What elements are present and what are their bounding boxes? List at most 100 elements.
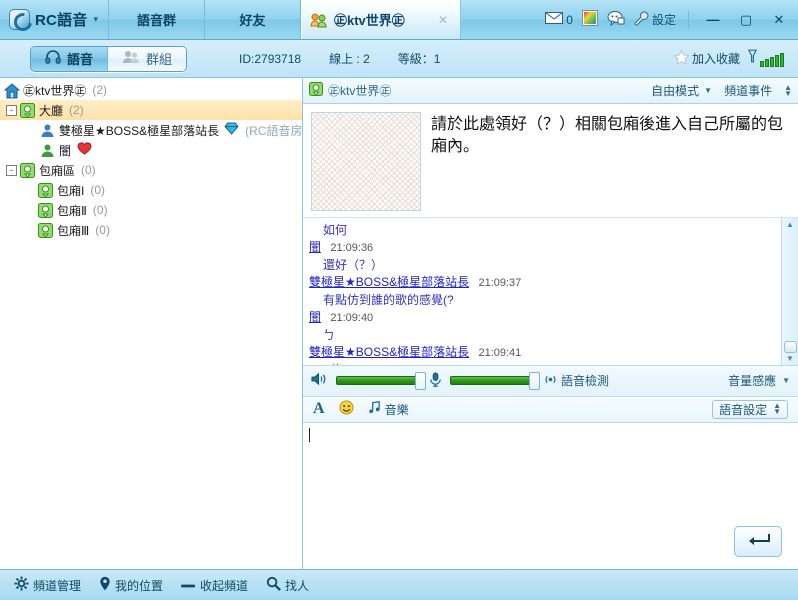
voice-settings-label: 語音設定 — [719, 401, 767, 418]
my-location-button[interactable]: 我的位置 — [99, 576, 163, 594]
scroll-up-icon[interactable]: ▲ — [786, 220, 794, 229]
chevron-down-icon: ▼ — [782, 376, 790, 385]
signal-antenna — [748, 49, 757, 67]
chevron-down-icon: ▼ — [704, 86, 712, 95]
signal-bars-icon — [748, 51, 784, 67]
chat-log[interactable]: 如何 闇 21:09:36 還好（？） 雙極星★BOSS&極星部落站長 21:0… — [303, 218, 781, 365]
titlebar-spacer — [461, 0, 545, 39]
voice-detection-toggle[interactable]: 語音檢測 — [543, 372, 609, 389]
channel-events-button[interactable]: 頻道事件 — [724, 82, 772, 99]
palette-button[interactable] — [582, 10, 598, 29]
collapse-channels-button[interactable]: 收起頻道 — [181, 577, 248, 594]
channel-events-label: 頻道事件 — [724, 82, 772, 99]
chat-message-user[interactable]: 雙極星★BOSS&極星部落站長 — [309, 275, 469, 289]
main-body: ㊣ktv世界㊣ (2) - 大廳 (2) — [0, 78, 798, 569]
mode-dropdown-label: 自由模式 — [651, 82, 699, 99]
channel-management-button[interactable]: 頻道管理 — [14, 576, 81, 594]
volume-sense-dropdown[interactable]: 音量感應 ▼ — [728, 372, 790, 389]
slider-knob[interactable] — [529, 372, 540, 390]
chat-message-user[interactable]: 雙極星★BOSS&極星部落站長 — [309, 345, 469, 359]
events-spinner[interactable]: ▲▼ — [784, 85, 792, 97]
palette-icon — [582, 10, 598, 29]
speaker-volume-slider[interactable] — [336, 375, 421, 387]
brand-logo-area[interactable]: RC語音 ▾ — [0, 0, 109, 39]
scroll-down-icon[interactable]: ▼ — [786, 354, 794, 363]
voice-settings-button[interactable]: 語音設定 ▲▼ — [712, 400, 788, 419]
search-icon — [266, 576, 281, 594]
chat-message-user[interactable]: 闇 — [309, 240, 321, 254]
rc-voice-window: RC語音 ▾ 語音群 好友 ㊣ktv世界㊣ ✕ — [0, 0, 798, 600]
segment-voice[interactable]: 語音 — [31, 47, 108, 71]
info-bar: 語音 群組 ID:2793718 線上 : 2 等級：1 — [0, 40, 798, 78]
maximize-button[interactable]: ▢ — [734, 10, 758, 30]
music-label: 音樂 — [385, 401, 409, 418]
chat-message-header: 闇 21:09:36 — [309, 239, 775, 257]
smiley-icon[interactable] — [339, 400, 354, 418]
segment-groups[interactable]: 群組 — [108, 47, 186, 71]
scrollbar-thumb[interactable] — [784, 341, 797, 353]
volume-sense-label: 音量感應 — [728, 372, 776, 389]
chat-scrollbar[interactable]: ▲ ▼ — [781, 218, 798, 365]
chat-message-user[interactable]: 闇 — [309, 310, 321, 324]
chat-message-time: 21:09:36 — [330, 242, 373, 254]
chat-message-time: 21:09:40 — [330, 312, 373, 324]
tree-node-room-2[interactable]: 包廂Ⅱ (0) — [0, 200, 302, 220]
channel-header-actions: 自由模式 ▼ 頻道事件 ▲▼ — [651, 82, 792, 99]
chat-area: 如何 闇 21:09:36 還好（？） 雙極星★BOSS&極星部落站長 21:0… — [303, 218, 798, 366]
tree-user-extra: (RC語音房 — [245, 122, 302, 139]
send-button[interactable] — [734, 526, 782, 557]
collapse-toggle-icon[interactable]: - — [6, 165, 17, 176]
slider-track — [450, 376, 535, 385]
settings-button[interactable]: 設定 — [634, 11, 676, 29]
tab-friends-label: 好友 — [239, 10, 265, 29]
music-button[interactable]: 音樂 — [368, 401, 409, 418]
minimize-button[interactable]: — — [701, 10, 725, 30]
chat-message-header: 雙極星★BOSS&極星部落站長 21:09:41 — [309, 344, 775, 362]
gear-icon — [14, 576, 29, 594]
chat-message-header: 雙極星★BOSS&極星部落站長 21:09:37 — [309, 274, 775, 292]
announcement-area: 請於此處領好（？）相關包廂後進入自己所屬的包廂內。 — [303, 104, 798, 218]
chat-button[interactable] — [607, 10, 625, 29]
tab-friends[interactable]: 好友 — [205, 0, 301, 39]
audio-control-bar: 語音檢測 音量感應 ▼ — [303, 366, 798, 397]
tree-node-room-1[interactable]: 包廂I (0) — [0, 180, 302, 200]
tree-node-count: (2) — [69, 103, 84, 117]
window-close-button[interactable]: ✕ — [767, 10, 791, 30]
message-input[interactable] — [303, 423, 718, 570]
font-A-icon[interactable]: A — [313, 400, 325, 418]
chevron-down-icon[interactable]: ▾ — [93, 14, 98, 25]
enter-arrow-icon — [745, 532, 771, 551]
wrench-icon — [634, 11, 649, 29]
tree-node-lobby[interactable]: - 大廳 (2) — [0, 100, 302, 120]
broadcast-icon — [543, 373, 558, 389]
channel-header-label: ㊣ktv世界㊣ — [328, 82, 391, 99]
rc-logo-icon — [9, 9, 30, 30]
mode-segmented-control: 語音 群組 — [30, 46, 187, 72]
titlebar-actions: 0 — [545, 0, 798, 39]
slider-knob[interactable] — [415, 372, 426, 390]
tree-node-private-rooms[interactable]: - 包廂區 (0) — [0, 160, 302, 180]
send-button-area — [718, 423, 798, 570]
mail-count: 0 — [566, 13, 573, 27]
microphone-icon[interactable] — [429, 372, 442, 390]
tab-voice-groups[interactable]: 語音群 — [109, 0, 205, 39]
tree-root-node[interactable]: ㊣ktv世界㊣ (2) — [0, 80, 302, 100]
close-icon[interactable]: ✕ — [436, 13, 450, 27]
tree-node-room-3[interactable]: 包廂Ⅲ (0) — [0, 220, 302, 240]
find-people-button[interactable]: 找人 — [266, 576, 309, 594]
speaker-icon[interactable] — [311, 372, 328, 389]
status-bar: 頻道管理 我的位置 收起頻道 — [0, 569, 798, 600]
tree-user-boss[interactable]: 雙極星★BOSS&極星部落站長 (RC語音房 — [0, 120, 302, 140]
mail-button[interactable]: 0 — [545, 12, 573, 27]
tree-user-an[interactable]: 闇 — [0, 140, 302, 160]
channel-icon — [38, 183, 53, 198]
channel-panel: ㊣ktv世界㊣ 自由模式 ▼ 頻道事件 ▲▼ 請於此處領好（？）相關包廂後進入自… — [303, 78, 798, 569]
tab-room-ktv-world[interactable]: ㊣ktv世界㊣ ✕ — [301, 0, 461, 39]
add-favorite-button[interactable]: 加入收藏 — [673, 49, 740, 69]
microphone-volume-slider[interactable] — [450, 375, 535, 387]
collapse-toggle-icon[interactable]: - — [6, 105, 17, 116]
find-people-label: 找人 — [285, 577, 309, 594]
mode-dropdown[interactable]: 自由模式 ▼ — [651, 82, 712, 99]
voice-settings-spinner[interactable]: ▲▼ — [773, 403, 781, 415]
channel-icon — [309, 82, 323, 99]
